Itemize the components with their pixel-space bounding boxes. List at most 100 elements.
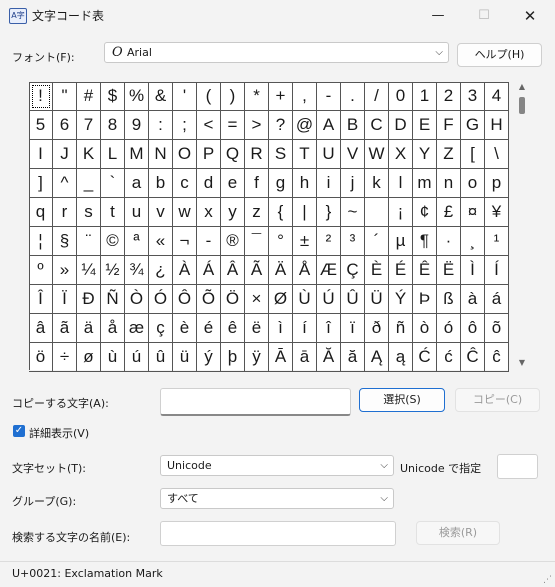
char-cell[interactable]: Ù (293, 285, 317, 314)
advanced-view-label[interactable]: 詳細表示(V) (29, 425, 89, 441)
char-cell[interactable]: Ã (245, 256, 269, 285)
char-cell[interactable]: Á (197, 256, 221, 285)
char-cell[interactable]: X (389, 140, 413, 169)
char-cell[interactable]: ¼ (77, 256, 101, 285)
char-cell[interactable]: V (341, 140, 365, 169)
char-cell[interactable]: 8 (101, 111, 125, 140)
char-cell[interactable]: - (197, 227, 221, 256)
char-cell[interactable]: * (245, 82, 269, 111)
char-cell[interactable]: Õ (197, 285, 221, 314)
char-cell[interactable]: O (173, 140, 197, 169)
char-cell[interactable]: E (413, 111, 437, 140)
char-cell[interactable]: » (53, 256, 77, 285)
char-cell[interactable]: ` (101, 169, 125, 198)
char-cell[interactable]: ³ (341, 227, 365, 256)
char-cell[interactable]: ; (173, 111, 197, 140)
char-cell[interactable]: z (245, 198, 269, 227)
char-cell[interactable]: Ü (365, 285, 389, 314)
char-cell[interactable]: º (29, 256, 53, 285)
char-cell[interactable]: / (365, 82, 389, 111)
char-cell[interactable]: à (461, 285, 485, 314)
char-cell[interactable]: P (197, 140, 221, 169)
char-cell[interactable]: ¯ (245, 227, 269, 256)
char-cell[interactable]: > (245, 111, 269, 140)
char-cell[interactable]: ! (29, 82, 53, 111)
char-cell[interactable]: b (149, 169, 173, 198)
char-cell[interactable]: y (221, 198, 245, 227)
char-cell[interactable]: [ (461, 140, 485, 169)
char-cell[interactable]: s (77, 198, 101, 227)
resize-grip-icon[interactable]: ⋰ (543, 575, 552, 585)
char-cell[interactable]: ¢ (413, 198, 437, 227)
char-cell[interactable]: ) (221, 82, 245, 111)
char-cell[interactable]: J (53, 140, 77, 169)
copy-chars-input[interactable] (160, 388, 351, 416)
char-cell[interactable]: Ĉ (461, 343, 485, 372)
char-cell[interactable]: I (29, 140, 53, 169)
char-cell[interactable]: ? (269, 111, 293, 140)
char-cell[interactable]: & (149, 82, 173, 111)
char-cell[interactable]: q (29, 198, 53, 227)
char-cell[interactable]: ^ (53, 169, 77, 198)
char-cell[interactable]: Û (341, 285, 365, 314)
char-cell[interactable]: Ô (173, 285, 197, 314)
char-cell[interactable]: Ì (461, 256, 485, 285)
char-cell[interactable]: $ (101, 82, 125, 111)
char-cell[interactable]: ą (389, 343, 413, 372)
char-cell[interactable]: À (173, 256, 197, 285)
char-cell[interactable]: ã (53, 314, 77, 343)
char-cell[interactable]: \ (485, 140, 509, 169)
char-cell[interactable]: Ò (125, 285, 149, 314)
char-cell[interactable]: 9 (125, 111, 149, 140)
char-cell[interactable]: l (389, 169, 413, 198)
char-cell[interactable]: ß (437, 285, 461, 314)
char-cell[interactable]: - (317, 82, 341, 111)
scroll-up-arrow-icon[interactable]: ▲ (517, 82, 527, 91)
char-cell[interactable]: è (173, 314, 197, 343)
char-cell[interactable]: 2 (437, 82, 461, 111)
char-cell[interactable]: d (197, 169, 221, 198)
char-cell[interactable]: g (269, 169, 293, 198)
scroll-down-arrow-icon[interactable]: ▼ (517, 358, 527, 367)
char-cell[interactable]: ( (197, 82, 221, 111)
char-cell[interactable]: ¬ (173, 227, 197, 256)
char-cell[interactable]: ç (149, 314, 173, 343)
char-cell[interactable]: r (53, 198, 77, 227)
scroll-thumb[interactable] (519, 97, 525, 114)
char-cell[interactable]: 4 (485, 82, 509, 111)
char-cell[interactable]: v (149, 198, 173, 227)
char-cell[interactable]: C (365, 111, 389, 140)
char-cell[interactable]: Ú (317, 285, 341, 314)
char-cell[interactable]: ¤ (461, 198, 485, 227)
char-cell[interactable]: + (269, 82, 293, 111)
char-cell[interactable]: ¡ (389, 198, 413, 227)
char-cell[interactable]: m (413, 169, 437, 198)
char-cell[interactable]: Z (437, 140, 461, 169)
char-cell[interactable]: ü (173, 343, 197, 372)
char-cell[interactable]: ì (269, 314, 293, 343)
char-cell[interactable]: 0 (389, 82, 413, 111)
char-cell[interactable]: × (245, 285, 269, 314)
char-cell[interactable]: ó (437, 314, 461, 343)
minimize-button[interactable]: — (415, 2, 461, 30)
char-cell[interactable]: { (269, 198, 293, 227)
char-cell[interactable]: ± (293, 227, 317, 256)
char-cell[interactable]: ¿ (149, 256, 173, 285)
char-cell[interactable]: c (173, 169, 197, 198)
char-cell[interactable]: | (293, 198, 317, 227)
font-dropdown[interactable]: O Arial ⌵ (104, 42, 449, 63)
char-cell[interactable]: p (485, 169, 509, 198)
char-cell[interactable]: Ø (269, 285, 293, 314)
char-cell[interactable]: Æ (317, 256, 341, 285)
char-cell[interactable]: t (101, 198, 125, 227)
char-cell[interactable]: ä (77, 314, 101, 343)
char-cell[interactable]: ă (341, 343, 365, 372)
char-cell[interactable]: Å (293, 256, 317, 285)
char-cell[interactable]: ¹ (485, 227, 509, 256)
char-cell[interactable]: ć (437, 343, 461, 372)
char-cell[interactable]: e (221, 169, 245, 198)
char-cell[interactable]: û (149, 343, 173, 372)
char-cell[interactable]: Í (485, 256, 509, 285)
char-cell[interactable]: é (197, 314, 221, 343)
char-cell[interactable]: å (101, 314, 125, 343)
